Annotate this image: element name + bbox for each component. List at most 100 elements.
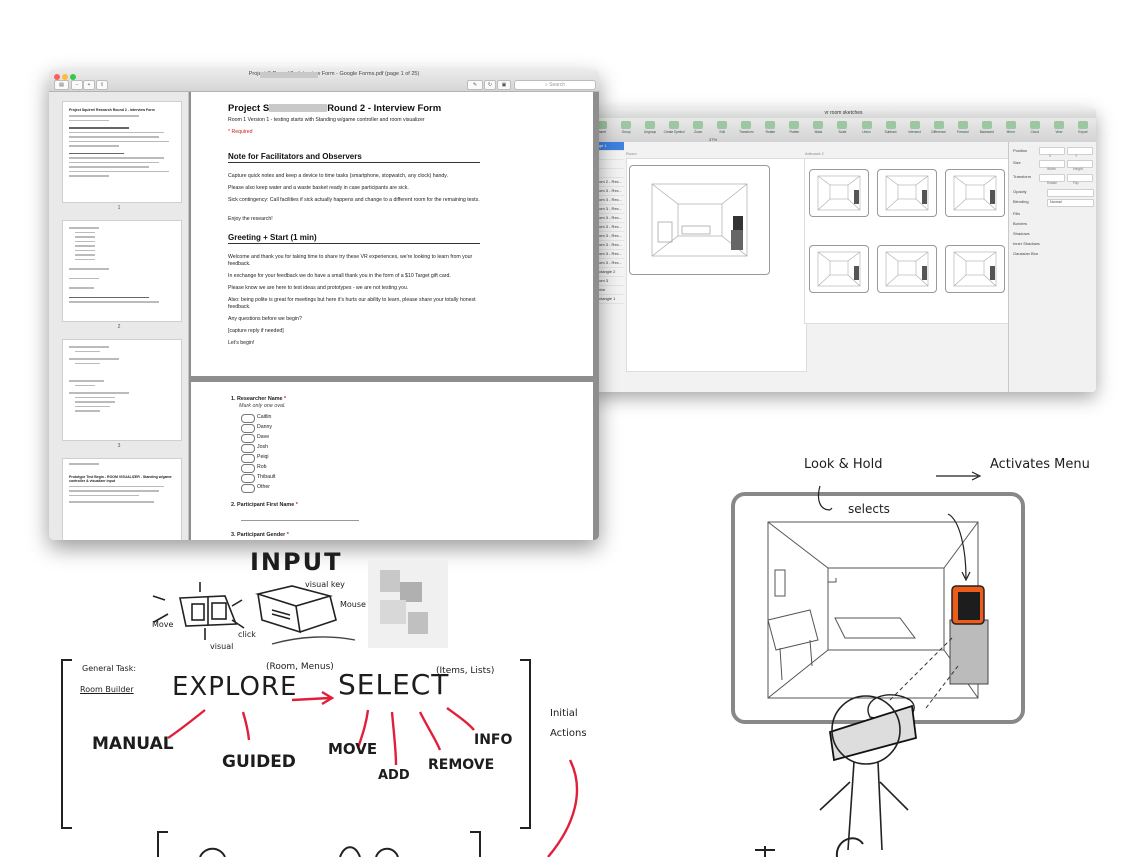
required-star: * [286,532,289,538]
sketch-canvas[interactable]: Room Artboard 2 [624,142,1010,392]
inspector-label: Inner Shadows [1013,241,1040,246]
paragraph: Sick contingency: Call facilities if sic… [228,197,480,203]
radio-oval[interactable] [241,454,255,463]
room-thumbnail-card[interactable] [809,245,869,293]
inspector-sublabel: Height [1073,167,1083,171]
toolbar-item[interactable]: Scale [831,120,853,140]
radio-oval[interactable] [241,464,255,473]
paragraph: [capture reply if needed] [228,328,284,334]
radio-oval[interactable] [241,444,255,453]
inspector-input[interactable] [1039,147,1065,155]
redacted-block [260,72,318,78]
question-title: 1. Researcher Name * [231,396,286,402]
toolbar-item[interactable]: Rotate [759,120,781,140]
paragraph: Any questions before we begin? [228,316,302,322]
artboard-room[interactable] [626,158,807,372]
room-thumbnail-image [953,175,997,211]
manual-label: MANUAL [92,734,174,754]
share-button[interactable]: ⇪ [96,80,108,90]
toolbar-item-label: Forward [956,130,969,134]
pdf-document-view[interactable]: Project S Round 2 - Interview Form Room 1… [189,92,599,540]
toolbar-item[interactable]: Zoom [687,120,709,140]
sketch-window-title: vr room sketches [591,108,1096,118]
radio-option-label: Danny [257,424,272,430]
paragraph: Please also keep water and a waste baske… [228,185,409,191]
inspector-label: Fills [1013,211,1021,216]
toolbar-item-label: Edit [719,130,725,134]
room-thumbnail-image [885,251,929,287]
toolbar-item[interactable]: Difference [928,120,950,140]
room-thumbnail-image [953,251,997,287]
zoom-out-button[interactable]: − [71,80,83,90]
toolbar-item[interactable]: Union [856,120,878,140]
toolbar-item[interactable]: Group [615,120,637,140]
page-thumbnail[interactable] [62,339,182,441]
toolbar-item-label: Subtract [884,130,897,134]
toolbar-item[interactable]: View [1048,120,1070,140]
toolbar-item[interactable]: Cloud [1024,120,1046,140]
room-thumbnail-card[interactable] [945,169,1005,217]
toolbar-item[interactable]: Create Symbol [663,120,685,140]
toolbar-icon [837,121,848,129]
inspector-input[interactable] [1047,189,1094,197]
toolbar-item-label: Intersect [908,130,921,134]
toolbar-item[interactable]: Export [1072,120,1094,140]
selects-label: selects [848,502,890,516]
inspector-input[interactable] [1067,174,1093,182]
redacted-block [269,104,328,112]
thumbnail-page-number: 1 [117,205,121,211]
room-sketch-card[interactable] [629,165,770,275]
toolbar-item[interactable]: Subtract [880,120,902,140]
rotate-button[interactable]: ↻ [484,80,496,90]
page-thumbnail[interactable] [62,220,182,322]
toolbar-item[interactable]: Backward [976,120,998,140]
radio-oval[interactable] [241,414,255,423]
toolbar-item-label: View [1055,130,1063,134]
page-thumbnail[interactable]: Project Squirrel Research Round 2 - Inte… [62,101,182,203]
toolbar-icon [957,121,968,129]
pdf-thumbnail-sidebar[interactable]: Project Squirrel Research Round 2 - Inte… [49,92,189,540]
radio-option-label: Dave [257,434,270,440]
toolbar-icon [645,121,656,129]
section-rule [228,243,480,244]
toolbar-item-label: Export [1078,130,1088,134]
page-thumbnail[interactable]: Prototype Test Begin - ROOM VISUALIZER -… [62,458,182,540]
markup-button[interactable]: ✎ [467,80,483,90]
radio-oval[interactable] [241,424,255,433]
move-action-label: MOVE [328,740,378,758]
toolbar-item[interactable]: Mirror [1000,120,1022,140]
radio-oval[interactable] [241,484,255,493]
zoom-in-button[interactable]: + [83,80,95,90]
toolbar-item[interactable]: Intersect [904,120,926,140]
toolbar-icon [1005,121,1016,129]
room-thumbnail-card[interactable] [877,245,937,293]
sketch-toolbar: Insert Group Ungroup Create Symbol Zoom Edit T… [591,118,1096,143]
sketch-title-text: vr room sketches [824,110,863,116]
toolbox-button[interactable]: ▣ [497,80,511,90]
room-thumbnail-card[interactable] [809,169,869,217]
artboard-2[interactable] [804,158,1010,324]
radio-oval[interactable] [241,434,255,443]
toolbar-item[interactable]: Transform [735,120,757,140]
toolbar-item[interactable]: Mask [807,120,829,140]
inspector-input[interactable] [1067,147,1093,155]
paragraph: Welcome and thank you for taking time to… [228,254,473,267]
toolbar-icon [861,121,872,129]
toolbar-icon [1029,121,1040,129]
room-thumbnail-card[interactable] [945,245,1005,293]
required-star: * [284,396,287,402]
remove-label: REMOVE [428,757,495,773]
toolbar-icon [885,121,896,129]
pdf-page-2: 1. Researcher Name * Mark only one oval.… [191,382,593,540]
room-thumbnail-card[interactable] [877,169,937,217]
section-heading: Note for Facilitators and Observers [228,152,362,161]
pdf-search-field[interactable]: ⌕ Search [514,80,596,90]
radio-option-label: Other [257,484,270,490]
toolbar-item[interactable]: Flatten [783,120,805,140]
inspector-sublabel: Flip [1073,181,1079,185]
radio-oval[interactable] [241,474,255,483]
sidebar-toggle-button[interactable]: ▤ [54,80,69,90]
toolbar-item[interactable]: Ungroup [639,120,661,140]
toolbar-icon [693,121,704,129]
toolbar-item[interactable]: Forward [952,120,974,140]
